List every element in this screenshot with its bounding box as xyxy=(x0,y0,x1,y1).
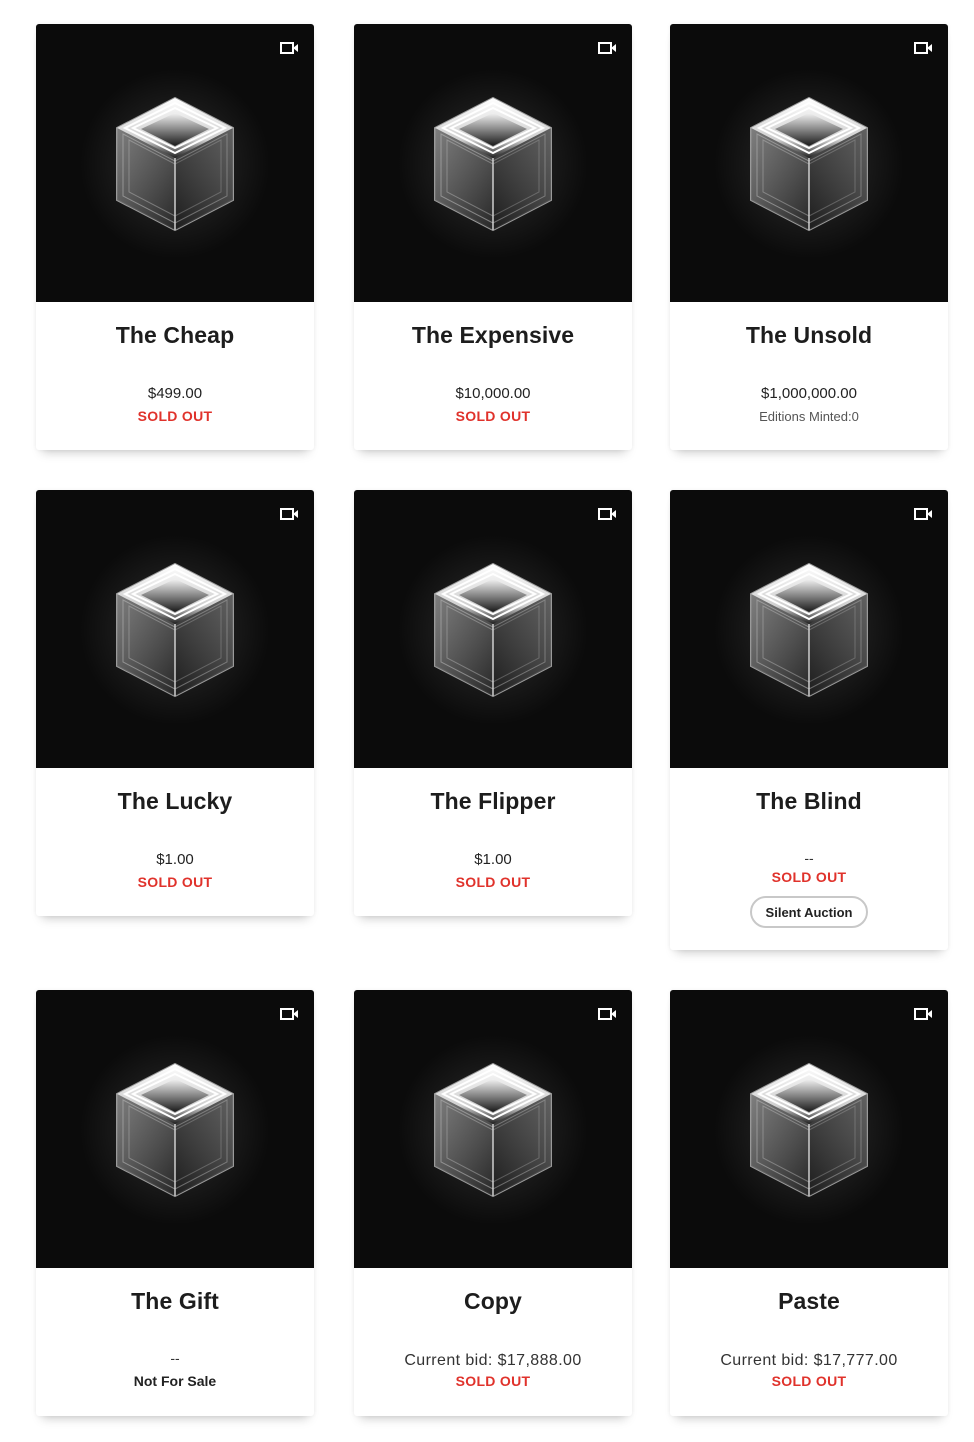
card-title: The Flipper xyxy=(430,788,556,814)
video-camera-icon xyxy=(914,42,932,54)
card-title: The Expensive xyxy=(411,322,575,348)
card-title: The Lucky xyxy=(117,788,233,814)
nft-card-the-unsold[interactable]: The Unsold $1,000,000.00 Editions Minted… xyxy=(670,24,948,450)
sold-out-status: SOLD OUT xyxy=(455,408,531,424)
card-title: Paste xyxy=(778,1288,840,1314)
cube-artwork-icon xyxy=(714,535,904,725)
artwork-preview[interactable] xyxy=(670,490,948,768)
cube-artwork-icon xyxy=(80,1035,270,1225)
nft-card-the-cheap[interactable]: The Cheap $499.00 SOLD OUT xyxy=(36,24,314,450)
artwork-preview[interactable] xyxy=(354,990,632,1268)
video-camera-icon xyxy=(280,1008,298,1020)
nft-card-the-blind[interactable]: The Blind -- SOLD OUT Silent Auction xyxy=(670,490,948,950)
sold-out-status: SOLD OUT xyxy=(455,874,531,890)
nft-card-the-flipper[interactable]: The Flipper $1.00 SOLD OUT xyxy=(354,490,632,916)
card-title: The Gift xyxy=(131,1288,219,1314)
current-bid: Current bid: $17,777.00 xyxy=(720,1352,898,1369)
price: $10,000.00 xyxy=(455,385,531,402)
nft-card-the-expensive[interactable]: The Expensive $10,000.00 SOLD OUT xyxy=(354,24,632,450)
sold-out-status: SOLD OUT xyxy=(771,1373,847,1389)
video-camera-icon xyxy=(598,42,616,54)
nft-card-copy[interactable]: Copy Current bid: $17,888.00 SOLD OUT xyxy=(354,990,632,1416)
card-title: The Cheap xyxy=(115,322,235,348)
cube-artwork-icon xyxy=(714,1035,904,1225)
price: $499.00 xyxy=(147,385,203,402)
editions-minted: Editions Minted:0 xyxy=(759,409,859,424)
artwork-preview[interactable] xyxy=(670,990,948,1268)
cube-artwork-icon xyxy=(80,69,270,259)
artwork-preview[interactable] xyxy=(670,24,948,302)
artwork-preview[interactable] xyxy=(354,490,632,768)
video-camera-icon xyxy=(914,508,932,520)
nft-card-the-lucky[interactable]: The Lucky $1.00 SOLD OUT xyxy=(36,490,314,916)
silent-auction-button[interactable]: Silent Auction xyxy=(750,896,868,928)
not-for-sale-status: Not For Sale xyxy=(133,1373,217,1389)
video-camera-icon xyxy=(280,42,298,54)
video-camera-icon xyxy=(598,508,616,520)
current-bid: Current bid: $17,888.00 xyxy=(404,1352,582,1369)
video-camera-icon xyxy=(914,1008,932,1020)
nft-card-paste[interactable]: Paste Current bid: $17,777.00 SOLD OUT xyxy=(670,990,948,1416)
card-title: The Blind xyxy=(756,788,862,814)
sold-out-status: SOLD OUT xyxy=(137,408,213,424)
artwork-preview[interactable] xyxy=(354,24,632,302)
cube-artwork-icon xyxy=(398,69,588,259)
video-camera-icon xyxy=(598,1008,616,1020)
price: $1.00 xyxy=(474,851,512,868)
price: $1.00 xyxy=(156,851,194,868)
sold-out-status: SOLD OUT xyxy=(771,869,847,885)
sold-out-status: SOLD OUT xyxy=(137,874,213,890)
cube-artwork-icon xyxy=(398,535,588,725)
price: $1,000,000.00 xyxy=(761,385,857,402)
card-title: The Unsold xyxy=(745,322,873,348)
cube-artwork-icon xyxy=(714,69,904,259)
nft-card-the-gift[interactable]: The Gift -- Not For Sale xyxy=(36,990,314,1416)
artwork-preview[interactable] xyxy=(36,24,314,302)
artwork-preview[interactable] xyxy=(36,990,314,1268)
card-title: Copy xyxy=(464,1288,522,1314)
video-camera-icon xyxy=(280,508,298,520)
artwork-preview[interactable] xyxy=(36,490,314,768)
cube-artwork-icon xyxy=(398,1035,588,1225)
price: -- xyxy=(804,850,814,866)
cube-artwork-icon xyxy=(80,535,270,725)
price: -- xyxy=(170,1350,180,1366)
sold-out-status: SOLD OUT xyxy=(455,1373,531,1389)
